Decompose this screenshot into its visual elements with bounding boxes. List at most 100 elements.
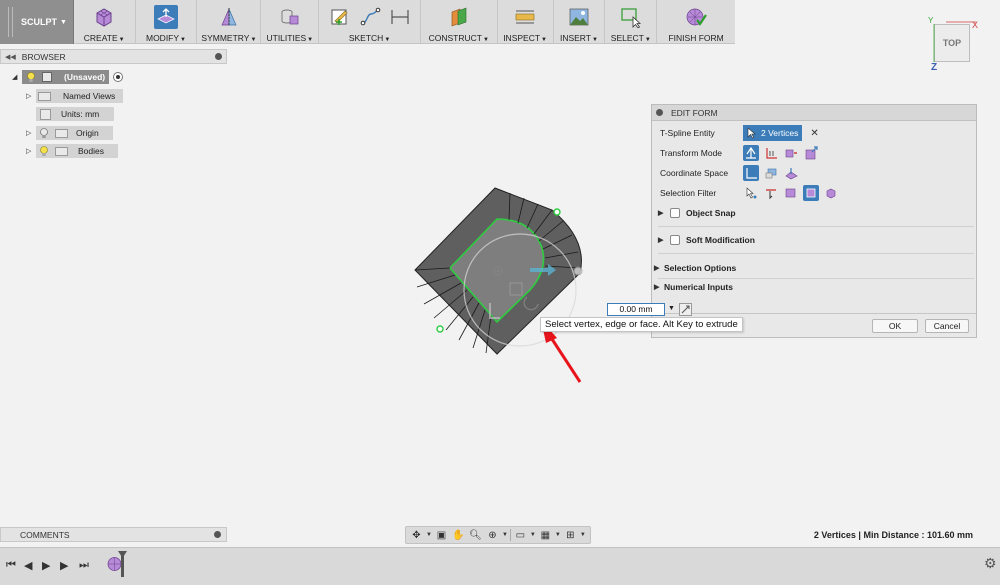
rotate-icon[interactable]: [783, 145, 799, 161]
inspect-label: INSPECT: [503, 33, 541, 43]
select-icon: [619, 5, 643, 29]
selection-tooltip: Select vertex, edge or face. Alt Key to …: [540, 317, 743, 332]
dimension-icon: [388, 5, 412, 29]
workspace-switcher[interactable]: SCULPT ▼: [0, 0, 74, 44]
grid-icon[interactable]: ⊞: [563, 529, 578, 542]
sketch-menu[interactable]: SKETCH▼: [319, 0, 421, 44]
chevron-down-icon[interactable]: ▼: [530, 532, 536, 538]
soft-modification-checkbox[interactable]: [670, 235, 680, 245]
body-filter-icon[interactable]: [803, 185, 819, 201]
step-forward-icon[interactable]: ▶: [60, 559, 68, 572]
insert-menu[interactable]: INSERT▼: [554, 0, 606, 44]
numerical-inputs-section[interactable]: ▶ Numerical Inputs: [654, 280, 733, 294]
utilities-menu[interactable]: UTILITIES▼: [261, 0, 320, 44]
construct-label: CONSTRUCT: [428, 33, 482, 43]
visual-style-icon[interactable]: ▦: [538, 529, 553, 542]
expand-triangle-icon[interactable]: ▶: [654, 264, 664, 272]
finish-form-button[interactable]: FINISH FORM: [657, 0, 735, 44]
collapsed-triangle-icon[interactable]: ▷: [26, 147, 36, 155]
view-space-icon[interactable]: [763, 165, 779, 181]
symmetry-label: SYMMETRY: [201, 33, 250, 43]
play-icon[interactable]: ▶: [42, 559, 50, 572]
expand-triangle-icon[interactable]: ▶: [658, 209, 668, 217]
object-filter-icon[interactable]: [823, 185, 839, 201]
symmetry-menu[interactable]: SYMMETRY▼: [197, 0, 262, 44]
soft-modification-section[interactable]: ▶ Soft Modification: [658, 233, 755, 247]
distance-input[interactable]: 0.00 mm: [607, 303, 665, 316]
minimize-icon[interactable]: [214, 531, 221, 538]
tree-item-origin[interactable]: ▷ Origin: [26, 126, 113, 140]
vertex-filter-icon[interactable]: [743, 185, 759, 201]
object-snap-section[interactable]: ▶ Object Snap: [658, 206, 736, 220]
expand-triangle-icon[interactable]: ◢: [12, 73, 22, 81]
view-cube[interactable]: TOP: [934, 24, 970, 62]
display-settings-icon[interactable]: ▭: [513, 529, 528, 542]
collapsed-triangle-icon[interactable]: ▷: [26, 92, 36, 100]
tree-item-units[interactable]: Units: mm: [36, 107, 114, 121]
create-menu[interactable]: CREATE▼: [74, 0, 136, 44]
gear-icon[interactable]: ⚙: [984, 555, 997, 572]
chevron-down-icon[interactable]: ▼: [580, 532, 586, 538]
ok-button[interactable]: OK: [872, 319, 918, 333]
view-cube-face[interactable]: TOP: [943, 38, 961, 48]
visibility-bulb-icon[interactable]: [39, 127, 49, 139]
finish-form-icon: [684, 5, 708, 29]
box-icon: [92, 5, 116, 29]
toolbar-grip[interactable]: [8, 7, 13, 37]
minimize-icon[interactable]: [215, 53, 222, 60]
divider: [509, 529, 511, 541]
construct-menu[interactable]: CONSTRUCT▼: [421, 0, 498, 44]
orbit-icon[interactable]: ✥: [409, 529, 424, 542]
edit-form-dialog: EDIT FORM T-Spline Entity 2 Vertices ✕ T…: [651, 104, 977, 338]
zoom-window-icon[interactable]: ⊕: [485, 529, 500, 542]
inspect-menu[interactable]: INSPECT▼: [498, 0, 554, 44]
cancel-button[interactable]: Cancel: [925, 319, 969, 333]
world-space-icon[interactable]: [743, 165, 759, 181]
clear-selection-icon[interactable]: ✕: [810, 128, 818, 139]
collapse-panel-icon[interactable]: ◀◀: [5, 53, 16, 61]
pan-hand-icon[interactable]: ✋: [451, 529, 466, 542]
browser-root-row[interactable]: ◢ (Unsaved): [12, 70, 124, 84]
modify-menu[interactable]: MODIFY▼: [136, 0, 198, 44]
edge-filter-icon[interactable]: [763, 185, 779, 201]
go-to-end-icon[interactable]: ⏭: [79, 559, 89, 572]
create-sketch-icon: [328, 5, 352, 29]
expand-triangle-icon[interactable]: ▶: [658, 236, 668, 244]
look-at-icon[interactable]: ▣: [434, 529, 449, 542]
chevron-down-icon[interactable]: ▼: [668, 305, 675, 312]
activate-radio[interactable]: [113, 72, 124, 82]
selection-options-section[interactable]: ▶ Selection Options: [654, 261, 736, 275]
collapsed-triangle-icon[interactable]: ▷: [26, 129, 36, 137]
multi-transform-icon[interactable]: [743, 145, 759, 161]
chevron-down-icon[interactable]: ▼: [555, 532, 561, 538]
browser-header[interactable]: ◀◀ BROWSER: [0, 49, 227, 64]
selection-count: 2 Vertices: [761, 128, 799, 138]
visibility-bulb-icon[interactable]: [39, 145, 49, 157]
form-feature-icon[interactable]: [107, 556, 122, 572]
document-icon: [42, 72, 52, 82]
measure-options-icon[interactable]: [679, 303, 692, 316]
chevron-down-icon[interactable]: ▼: [502, 532, 508, 538]
tree-item-label: Origin: [76, 128, 99, 138]
zoom-icon[interactable]: 🔍︎: [468, 529, 483, 542]
tree-item-label: Units: mm: [61, 109, 100, 119]
face-filter-icon[interactable]: [783, 185, 799, 201]
root-node[interactable]: (Unsaved): [22, 70, 110, 84]
comments-bar[interactable]: COMMENTS: [0, 527, 227, 542]
object-snap-checkbox[interactable]: [670, 208, 680, 218]
tspline-entity-selection[interactable]: 2 Vertices: [743, 125, 803, 141]
minimize-icon[interactable]: [656, 109, 663, 116]
expand-triangle-icon[interactable]: ▶: [654, 283, 664, 291]
local-space-icon[interactable]: [783, 165, 799, 181]
dialog-header[interactable]: EDIT FORM: [652, 105, 976, 121]
step-back-icon[interactable]: ◀: [24, 559, 32, 572]
divider: [658, 226, 974, 227]
go-to-start-icon[interactable]: ⏮: [6, 559, 16, 572]
visibility-bulb-icon[interactable]: [26, 71, 36, 83]
chevron-down-icon[interactable]: ▼: [426, 532, 432, 538]
select-menu[interactable]: SELECT▼: [605, 0, 658, 44]
tree-item-bodies[interactable]: ▷ Bodies: [26, 144, 118, 158]
translate-icon[interactable]: [763, 145, 779, 161]
tree-item-named-views[interactable]: ▷ Named Views: [26, 89, 123, 103]
scale-icon[interactable]: [803, 145, 819, 161]
